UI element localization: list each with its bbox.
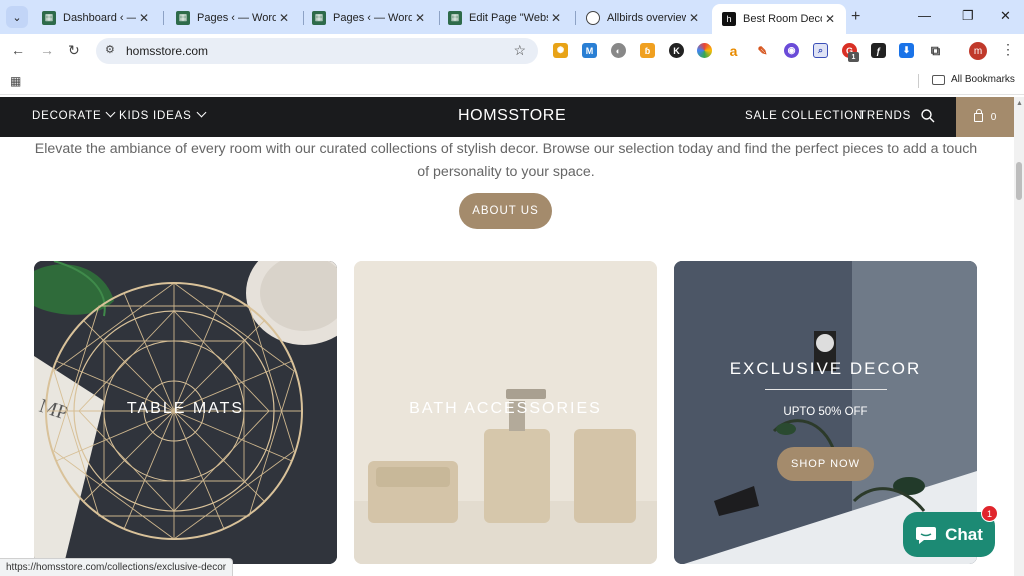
nav-sale-collection[interactable]: SALE COLLECTION: [745, 110, 863, 122]
window-close-icon[interactable]: ✕: [1000, 8, 1011, 24]
close-icon[interactable]: ✕: [686, 11, 702, 25]
openai-favicon-icon: [586, 10, 600, 25]
extension-icon[interactable]: ⌕: [813, 43, 828, 58]
bookmarks-bar: ▦ All Bookmarks: [0, 68, 1024, 95]
close-icon[interactable]: ✕: [276, 11, 292, 25]
browser-toolbar: ← → ↻ ⚙ homsstore.com ☆ ✺ M ◐ ɓ K a ✎ ◉ …: [0, 34, 1024, 68]
tab-title: Dashboard ‹ — W: [63, 11, 136, 24]
extension-icon[interactable]: K: [669, 43, 684, 58]
cart-button[interactable]: 0: [956, 97, 1014, 137]
scroll-up-arrow-icon[interactable]: ▲: [1016, 100, 1023, 107]
tab-title: Best Room Decor a: [743, 13, 822, 25]
extension-icon[interactable]: ƒ: [871, 43, 886, 58]
extensions-puzzle-icon[interactable]: ⧉: [928, 43, 943, 58]
wordpress-favicon-icon: ▦: [448, 10, 462, 25]
apps-grid-icon[interactable]: ▦: [10, 74, 21, 88]
chat-label: Chat: [945, 524, 983, 544]
nav-decorate[interactable]: DECORATE: [32, 107, 116, 122]
browser-tab[interactable]: Allbirds overview a ✕: [576, 5, 710, 30]
extension-icon[interactable]: [697, 43, 712, 58]
shopping-bag-icon: [973, 108, 983, 122]
back-icon[interactable]: ←: [11, 42, 25, 58]
tab-title: Pages ‹ — WordPr: [197, 11, 276, 24]
wordpress-favicon-icon: ▦: [312, 10, 326, 25]
nav-label: DECORATE: [32, 110, 102, 122]
extension-icon[interactable]: ◐: [611, 43, 626, 58]
tab-divider: [163, 11, 164, 25]
close-icon[interactable]: ✕: [136, 11, 152, 25]
wordpress-favicon-icon: ▦: [42, 10, 56, 25]
browser-tab[interactable]: ▦ Dashboard ‹ — W ✕: [32, 5, 160, 30]
amazon-extension-icon[interactable]: a: [726, 43, 741, 59]
title-divider: [765, 389, 887, 390]
tab-title: Allbirds overview a: [607, 11, 686, 24]
extension-icon[interactable]: M: [582, 43, 597, 58]
download-icon[interactable]: ⬇: [899, 43, 914, 58]
homsstore-favicon-icon: h: [722, 12, 736, 26]
nav-trends[interactable]: TRENDS: [859, 110, 911, 122]
address-url[interactable]: homsstore.com: [126, 44, 208, 58]
shop-now-button[interactable]: SHOP NOW: [777, 447, 874, 481]
tab-search-button[interactable]: ⌄: [6, 6, 28, 28]
nav-kids-ideas[interactable]: KIDS IDEAS: [119, 107, 207, 122]
collection-card-table-mats[interactable]: MP TABLE MATS: [34, 261, 337, 564]
all-bookmarks-label: All Bookmarks: [951, 74, 1015, 85]
close-icon[interactable]: ✕: [412, 11, 428, 25]
card-subtitle: UPTO 50% OFF: [783, 406, 868, 418]
site-logo[interactable]: HOMSSTORE: [458, 107, 566, 125]
menu-kebab-icon[interactable]: ⋮: [1001, 41, 1015, 58]
card-label-table-mats[interactable]: TABLE MATS: [34, 400, 337, 418]
profile-avatar[interactable]: m: [969, 42, 987, 60]
chat-button[interactable]: Chat: [903, 512, 995, 557]
intro-text: Elevate the ambiance of every room with …: [34, 141, 978, 180]
link-status-bar: https://homsstore.com/collections/exclus…: [0, 558, 234, 576]
restore-icon[interactable]: ❐: [962, 8, 974, 24]
tab-title: Edit Page "Website: [469, 11, 548, 24]
collection-card-bath-accessories[interactable]: BATH ACCESSORIES: [354, 261, 657, 564]
address-bar[interactable]: ⚙ homsstore.com ☆: [96, 38, 538, 64]
site-info-icon[interactable]: ⚙: [105, 43, 115, 56]
about-us-button[interactable]: ABOUT US: [459, 193, 552, 229]
browser-tab-strip: ⌄ ▦ Dashboard ‹ — W ✕ ▦ Pages ‹ — WordPr…: [0, 0, 1024, 34]
tab-title: Pages ‹ — WordPr: [333, 11, 412, 24]
extension-icon[interactable]: ✎: [755, 43, 770, 58]
extension-badge: 1: [848, 52, 859, 62]
scrollbar-thumb[interactable]: [1016, 162, 1022, 200]
all-bookmarks-button[interactable]: All Bookmarks: [932, 74, 1015, 85]
forward-icon[interactable]: →: [40, 42, 54, 58]
extension-icon[interactable]: ✺: [553, 43, 568, 58]
extension-icon[interactable]: ◉: [784, 43, 799, 58]
browser-tab[interactable]: ▦ Edit Page "Website ✕: [438, 5, 572, 30]
chevron-down-icon: [196, 107, 207, 118]
wordpress-favicon-icon: ▦: [176, 10, 190, 25]
close-icon[interactable]: ✕: [822, 12, 838, 26]
chevron-down-icon: [106, 107, 116, 118]
reload-icon[interactable]: ↻: [68, 42, 80, 59]
browser-tab[interactable]: ▦ Pages ‹ — WordPr ✕: [302, 5, 436, 30]
nav-label: KIDS IDEAS: [119, 110, 192, 122]
card-title-exclusive-decor: EXCLUSIVE DECOR: [729, 359, 922, 378]
minimize-icon[interactable]: —: [918, 8, 931, 23]
extension-icon[interactable]: ɓ: [640, 43, 655, 58]
chat-bubble-icon: [916, 526, 937, 544]
close-icon[interactable]: ✕: [548, 11, 564, 25]
site-header: DECORATE KIDS IDEAS HOMSSTORE SALE COLLE…: [0, 97, 1014, 137]
browser-tab-active[interactable]: h Best Room Decor a ✕: [712, 4, 846, 34]
card-label-bath-accessories[interactable]: BATH ACCESSORIES: [354, 400, 657, 418]
search-icon[interactable]: [920, 108, 936, 124]
cart-count: 0: [990, 111, 997, 123]
browser-tab[interactable]: ▦ Pages ‹ — WordPr ✕: [166, 5, 300, 30]
bookmarks-divider: [918, 74, 919, 88]
folder-icon: [932, 74, 945, 85]
chat-notification-badge: 1: [981, 505, 998, 522]
bookmark-star-icon[interactable]: ☆: [513, 42, 526, 59]
new-tab-button[interactable]: +: [851, 8, 860, 26]
